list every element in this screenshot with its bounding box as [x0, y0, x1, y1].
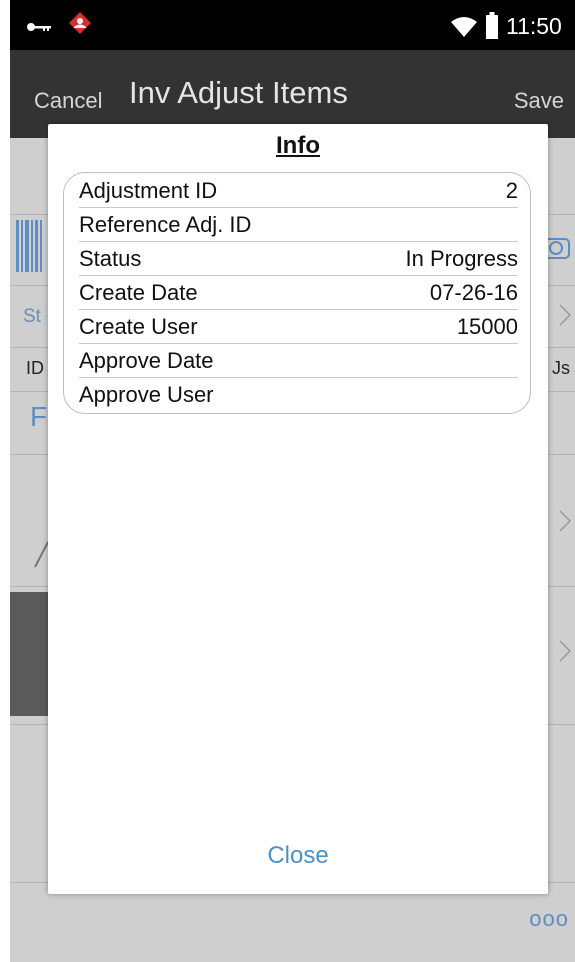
info-label: Create User — [79, 314, 198, 339]
info-label: Reference Adj. ID — [79, 212, 252, 237]
info-label: Approve User — [79, 382, 214, 407]
info-dialog: Info Adjustment ID 2 Reference Adj. ID S… — [48, 124, 548, 894]
key-icon — [27, 23, 51, 31]
battery-icon — [486, 12, 498, 39]
info-value: In Progress — [405, 246, 519, 271]
info-label: Approve Date — [79, 348, 214, 373]
info-row-adjustment-id: Adjustment ID 2 — [79, 175, 518, 208]
info-row-reference-adj-id: Reference Adj. ID — [79, 209, 518, 242]
info-row-create-user: Create User 15000 — [79, 311, 518, 344]
info-label: Adjustment ID — [79, 178, 218, 203]
page-title: Inv Adjust Items — [129, 75, 348, 110]
dialog-title: Info — [276, 132, 320, 159]
info-label: Create Date — [79, 280, 198, 305]
more-button[interactable]: ooo — [529, 906, 569, 932]
info-value: 2 — [505, 178, 518, 203]
info-details-box: Adjustment ID 2 Reference Adj. ID Status… — [63, 172, 531, 414]
info-label: Status — [79, 246, 142, 271]
app-notification-icon — [69, 12, 91, 34]
save-button[interactable]: Save — [514, 88, 564, 114]
info-row-approve-user: Approve User — [79, 379, 518, 411]
status-time: 11:50 — [506, 13, 562, 39]
close-button[interactable]: Close — [48, 842, 548, 870]
wifi-icon — [451, 17, 477, 37]
app-screen: 11:50 Cancel Inv Adjust Items Save St ID… — [10, 0, 575, 962]
cancel-button[interactable]: Cancel — [34, 88, 102, 114]
info-value: 15000 — [456, 314, 518, 339]
status-bar: 11:50 — [10, 0, 575, 50]
info-value: 07-26-16 — [429, 280, 518, 305]
info-row-status: Status In Progress — [79, 243, 518, 276]
info-row-create-date: Create Date 07-26-16 — [79, 277, 518, 310]
info-row-approve-date: Approve Date — [79, 345, 518, 378]
